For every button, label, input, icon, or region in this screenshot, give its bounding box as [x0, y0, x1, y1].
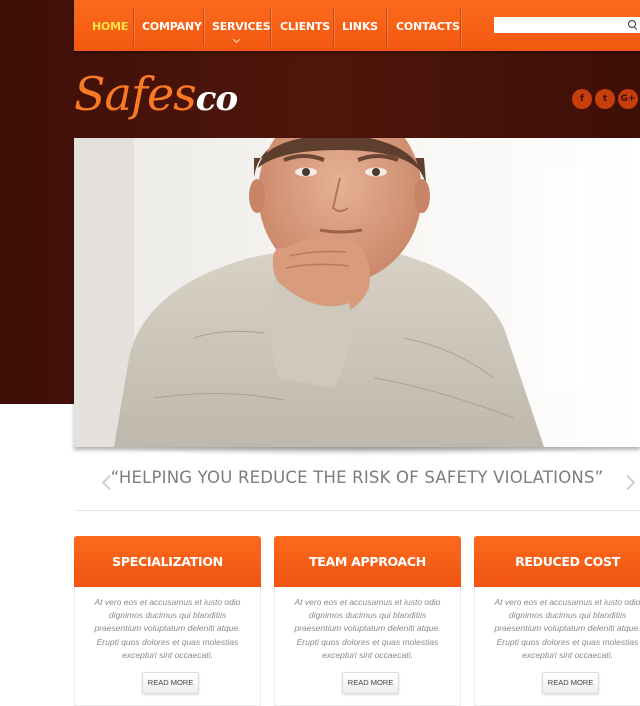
hero-photo-man [74, 138, 640, 447]
feature-card-text: At vero eos et accusamus et iusto odio d… [494, 597, 640, 660]
nav-item-links[interactable]: LINKS [342, 8, 378, 46]
nav-separator [133, 8, 134, 46]
logo-text-secondary: co [195, 79, 238, 119]
twitter-icon[interactable]: t [595, 89, 615, 109]
logo[interactable]: Safesco [74, 64, 238, 129]
nav-item-services[interactable]: SERVICES [212, 8, 271, 46]
read-more-button[interactable]: READ MORE [142, 672, 199, 694]
logo-text-primary: Safes [74, 67, 197, 121]
chevron-down-icon [232, 35, 241, 44]
feature-card-text: At vero eos et accusamus et iusto odio d… [294, 597, 441, 660]
feature-card-header: SPECIALIZATION [74, 536, 261, 587]
nav-separator [270, 8, 271, 46]
nav-item-services-label: SERVICES [212, 20, 271, 33]
feature-card-header: REDUCED COST [474, 536, 640, 587]
feature-card-reduced-cost: REDUCED COST At vero eos et accusamus et… [474, 536, 640, 706]
nav-item-company[interactable]: COMPANY [142, 8, 202, 46]
hero-image [74, 138, 640, 447]
nav-separator [333, 8, 334, 46]
search-input[interactable] [494, 17, 640, 33]
feature-card-team-approach: TEAM APPROACH At vero eos et accusamus e… [274, 536, 461, 706]
facebook-icon[interactable]: f [572, 89, 592, 109]
google-plus-icon[interactable]: G+ [618, 89, 638, 109]
nav-item-contacts[interactable]: CONTACTS [396, 8, 460, 46]
feature-card-header: TEAM APPROACH [274, 536, 461, 587]
nav-separator [460, 8, 461, 46]
feature-card-specialization: SPECIALIZATION At vero eos et accusamus … [74, 536, 261, 706]
search-icon[interactable] [628, 20, 636, 28]
read-more-button[interactable]: READ MORE [542, 672, 599, 694]
nav-separator [203, 8, 204, 46]
feature-card-title: SPECIALIZATION [112, 554, 223, 569]
read-more-button[interactable]: READ MORE [342, 672, 399, 694]
slider-tagline: “HELPING YOU REDUCE THE RISK OF SAFETY V… [110, 468, 604, 487]
slider-caption: “HELPING YOU REDUCE THE RISK OF SAFETY V… [74, 447, 640, 511]
feature-card-title: TEAM APPROACH [309, 554, 426, 569]
nav-separator [386, 8, 387, 46]
nav-item-home[interactable]: HOME [92, 8, 128, 46]
feature-card-text: At vero eos et accusamus et iusto odio d… [94, 597, 241, 660]
slider-shadow [98, 447, 616, 457]
feature-card-title: REDUCED COST [515, 554, 620, 569]
nav-item-clients[interactable]: CLIENTS [280, 8, 330, 46]
